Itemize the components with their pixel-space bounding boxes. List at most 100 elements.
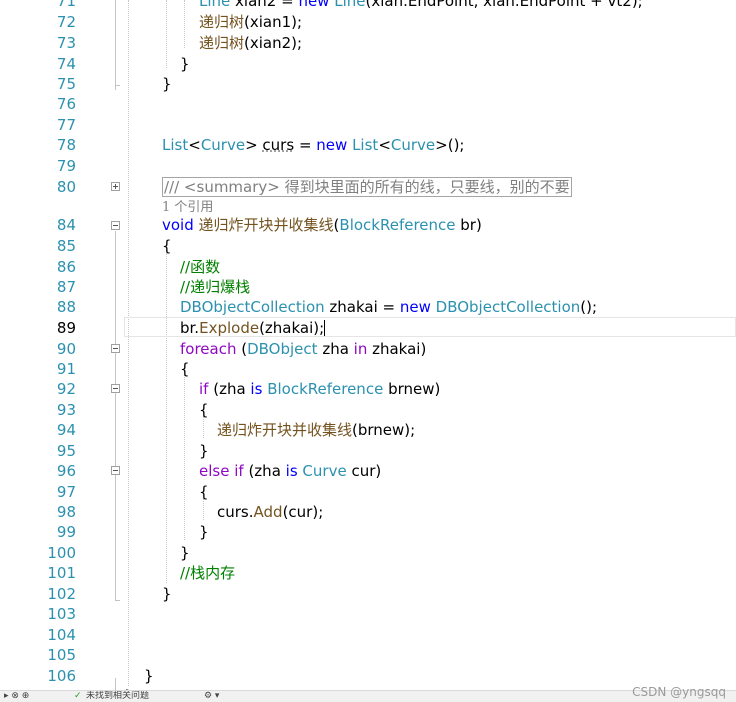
code-token: (xian1); bbox=[244, 13, 303, 31]
code-line[interactable]: 85 { bbox=[0, 236, 736, 256]
code-line[interactable]: 74} bbox=[0, 54, 736, 74]
code-text[interactable]: //递归爆栈 bbox=[180, 277, 250, 297]
code-line[interactable]: 91 { bbox=[0, 359, 736, 379]
code-text[interactable]: { bbox=[199, 482, 209, 502]
code-token: in bbox=[353, 340, 368, 358]
code-token: cur) bbox=[346, 462, 382, 480]
code-line[interactable]: 89 br.Explode(zhakai); bbox=[0, 318, 736, 338]
code-token: 递归树 bbox=[199, 13, 245, 31]
code-token: { bbox=[180, 360, 190, 378]
line-number: 89 bbox=[56, 319, 76, 337]
code-text[interactable]: } bbox=[199, 522, 209, 542]
code-text[interactable]: void 递归炸开块并收集线(BlockReference br) bbox=[162, 215, 482, 235]
code-text[interactable]: { bbox=[180, 359, 190, 379]
code-text[interactable]: 递归树(xian2); bbox=[199, 33, 302, 53]
code-text[interactable]: curs.Add(cur); bbox=[217, 502, 323, 522]
code-text[interactable]: //栈内存 bbox=[180, 563, 235, 583]
code-text[interactable]: DBObjectCollection zhakai = new DBObject… bbox=[180, 297, 597, 317]
code-text[interactable]: } bbox=[199, 441, 209, 461]
issues-status[interactable]: 未找到相关问题 bbox=[86, 691, 149, 702]
code-line[interactable]: 94 递归炸开块并收集线(brnew); bbox=[0, 420, 736, 440]
code-token: (xian.EndPoint, xian.EndPoint + vt2); bbox=[365, 0, 643, 10]
code-line[interactable]: 99} bbox=[0, 522, 736, 542]
code-line[interactable]: 88 DBObjectCollection zhakai = new DBObje… bbox=[0, 297, 736, 317]
code-line[interactable]: 78 List<Curve> curs = new List<Curve>(); bbox=[0, 135, 736, 155]
code-token: zha bbox=[317, 340, 354, 358]
code-line[interactable]: 77 bbox=[0, 115, 736, 135]
code-text[interactable]: } bbox=[180, 54, 190, 74]
code-text[interactable]: } bbox=[162, 74, 172, 94]
code-token: { bbox=[199, 401, 209, 419]
code-line[interactable]: 106} bbox=[0, 666, 736, 686]
code-line[interactable]: 86 //函数 bbox=[0, 257, 736, 277]
status-bar: ▸ ⊗ ⊕ ✓ 未找到相关问题 ⚙ ▾ bbox=[0, 690, 736, 702]
code-line[interactable]: 101 //栈内存 bbox=[0, 563, 736, 583]
code-line[interactable]: 84 void 递归炸开块并收集线(BlockReference br) bbox=[0, 215, 736, 235]
code-text[interactable]: br.Explode(zhakai); bbox=[180, 318, 326, 338]
code-token: new bbox=[316, 136, 348, 154]
reference-count-hint[interactable]: 1 个引用 bbox=[162, 196, 213, 215]
code-text[interactable]: { bbox=[199, 400, 209, 420]
code-line[interactable]: 92 if (zha is BlockReference brnew) bbox=[0, 379, 736, 399]
code-line[interactable]: 102} bbox=[0, 584, 736, 604]
code-token: Curve bbox=[302, 462, 347, 480]
code-text[interactable]: } bbox=[144, 666, 154, 686]
code-text[interactable]: 递归树(xian1); bbox=[199, 12, 302, 32]
code-line[interactable]: 72 递归树(xian1); bbox=[0, 12, 736, 32]
code-line[interactable]: 104 bbox=[0, 625, 736, 645]
code-line[interactable]: 90 foreach (DBObject zha in zhakai) bbox=[0, 339, 736, 359]
code-text[interactable]: List<Curve> curs = new List<Curve>(); bbox=[162, 135, 464, 155]
code-line[interactable]: 105 bbox=[0, 645, 736, 665]
line-number: 78 bbox=[56, 136, 76, 154]
code-token: (cur); bbox=[282, 503, 324, 521]
code-text[interactable]: } bbox=[180, 543, 190, 563]
code-token: br) bbox=[455, 216, 482, 234]
code-text[interactable]: foreach (DBObject zha in zhakai) bbox=[180, 339, 426, 359]
code-token: } bbox=[199, 442, 209, 460]
code-line[interactable]: 93 { bbox=[0, 400, 736, 420]
code-token: (zha bbox=[243, 462, 286, 480]
code-text[interactable]: Line xian2 = new Line(xian.EndPoint, xia… bbox=[199, 0, 643, 11]
collapsed-doc-comment[interactable]: /// <summary> 得到块里面的所有的线，只要线，别的不要 bbox=[162, 177, 572, 197]
code-text[interactable]: { bbox=[162, 236, 172, 256]
code-line[interactable]: 96 else if (zha is Curve cur) bbox=[0, 461, 736, 481]
code-line[interactable]: 79 bbox=[0, 156, 736, 176]
code-text[interactable]: } bbox=[162, 584, 172, 604]
code-text[interactable]: 递归炸开块并收集线(brnew); bbox=[217, 420, 415, 440]
code-token: } bbox=[162, 585, 172, 603]
code-token: = bbox=[294, 136, 317, 154]
code-text[interactable]: /// <summary> 得到块里面的所有的线，只要线，别的不要 bbox=[162, 177, 572, 197]
code-token: List bbox=[352, 136, 379, 154]
code-line[interactable]: 71 Line xian2 = new Line(xian.EndPoint, x… bbox=[0, 0, 736, 11]
code-token: } bbox=[162, 75, 172, 93]
code-token: (zha bbox=[208, 380, 251, 398]
line-number: 104 bbox=[47, 626, 76, 644]
code-line[interactable]: 95} bbox=[0, 441, 736, 461]
code-line[interactable]: 80 /// <summary> 得到块里面的所有的线，只要线，别的不要 bbox=[0, 177, 736, 197]
code-line[interactable]: 103 bbox=[0, 604, 736, 624]
code-text[interactable]: if (zha is BlockReference brnew) bbox=[199, 379, 440, 399]
line-number: 97 bbox=[56, 483, 76, 501]
line-number: 91 bbox=[56, 360, 76, 378]
code-token: } bbox=[144, 667, 154, 685]
code-text[interactable]: //函数 bbox=[180, 257, 220, 277]
code-token: ( bbox=[236, 340, 248, 358]
tools-icon[interactable]: ⚙ ▾ bbox=[204, 691, 219, 702]
code-line[interactable]: 87 //递归爆栈 bbox=[0, 277, 736, 297]
line-number: 87 bbox=[56, 278, 76, 296]
code-line[interactable]: 76 bbox=[0, 94, 736, 114]
code-line[interactable]: 100} bbox=[0, 543, 736, 563]
code-line[interactable]: 75} bbox=[0, 74, 736, 94]
code-token: foreach bbox=[180, 340, 237, 358]
code-token: BlockReference bbox=[339, 216, 456, 234]
code-token: DBObjectCollection bbox=[180, 298, 325, 316]
code-editor[interactable]: 71 Line xian2 = new Line(xian.EndPoint, x… bbox=[0, 0, 736, 690]
code-line[interactable]: 73 递归树(xian2); bbox=[0, 33, 736, 53]
line-number: 77 bbox=[56, 116, 76, 134]
line-number: 103 bbox=[47, 605, 76, 623]
code-token: Curve bbox=[390, 136, 436, 154]
code-text[interactable]: else if (zha is Curve cur) bbox=[199, 461, 381, 481]
check-icon: ✓ bbox=[74, 691, 82, 701]
code-line[interactable]: 97 { bbox=[0, 482, 736, 502]
code-line[interactable]: 98 curs.Add(cur); bbox=[0, 502, 736, 522]
